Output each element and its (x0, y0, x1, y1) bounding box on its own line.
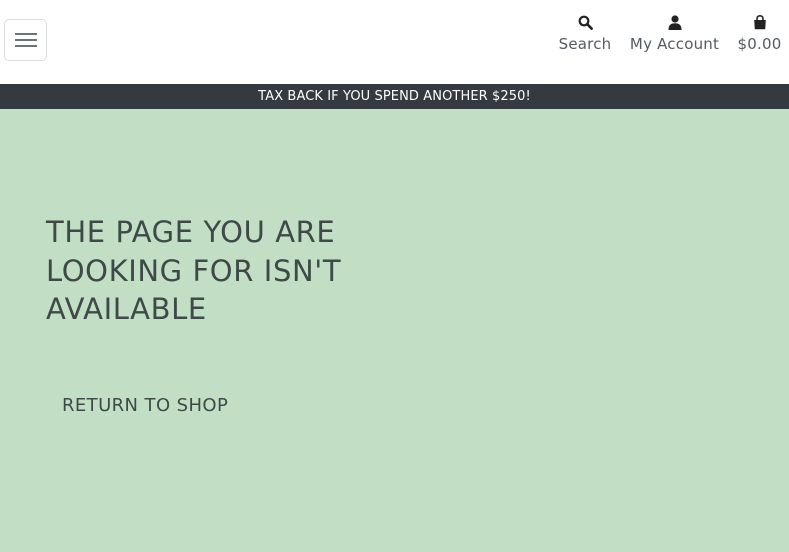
site-header: Search My Account $0.00 (0, 0, 789, 84)
user-icon (668, 13, 682, 31)
search-button[interactable]: Search (558, 13, 612, 53)
shopping-bag-icon (753, 13, 767, 31)
return-to-shop-link[interactable]: RETURN TO SHOP (62, 395, 228, 416)
cart-total-label: $0.00 (737, 35, 782, 53)
menu-toggle-button[interactable] (4, 19, 47, 61)
page-title: THE PAGE YOU ARE LOOKING FOR ISN'T AVAIL… (46, 215, 342, 326)
promo-text: TAX BACK IF YOU SPEND ANOTHER $250! (258, 89, 531, 104)
promo-banner: TAX BACK IF YOU SPEND ANOTHER $250! (0, 84, 789, 109)
my-account-label: My Account (629, 35, 720, 53)
not-found-section: THE PAGE YOU ARE LOOKING FOR ISN'T AVAIL… (0, 109, 789, 552)
cart-button[interactable]: $0.00 (736, 13, 783, 53)
my-account-button[interactable]: My Account (627, 13, 722, 53)
hamburger-menu-icon (14, 31, 37, 49)
search-label: Search (558, 35, 612, 53)
search-icon (578, 13, 593, 31)
